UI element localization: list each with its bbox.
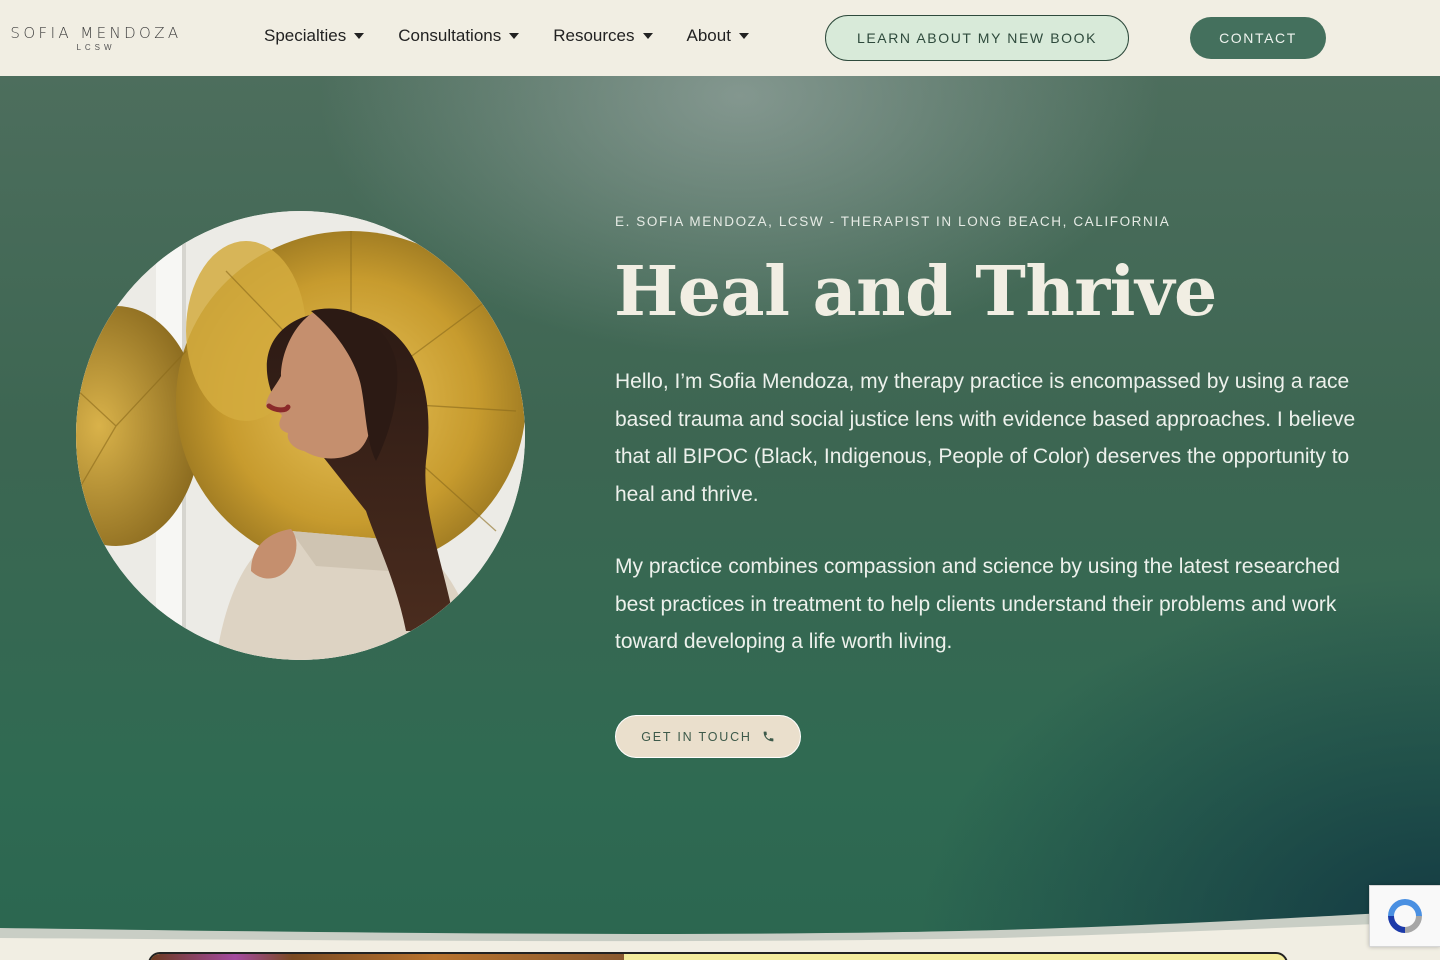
portrait-illustration [76,211,525,660]
next-section-image [150,954,624,960]
main-nav: Specialties Consultations Resources Abou… [264,26,783,46]
portrait-photo [76,211,525,660]
get-in-touch-label: GET IN TOUCH [641,729,752,744]
nav-item-label: Consultations [398,26,502,45]
contact-button[interactable]: CONTACT [1190,17,1326,59]
caret-down-icon [354,33,365,39]
next-section-preview [148,952,1288,960]
nav-item-resources[interactable]: Resources [553,26,653,46]
hero-paragraph-intro: Hello, I’m Sofia Mendoza, my therapy pra… [615,370,1356,507]
learn-about-book-button[interactable]: LEARN ABOUT MY NEW BOOK [825,15,1129,61]
recaptcha-icon [1388,899,1422,933]
logo-credential: LCSW [76,43,116,52]
nav-item-label: About [686,26,731,45]
hero-paragraph-practice: My practice combines compassion and scie… [615,555,1340,654]
logo-name: SOFIA MENDOZA [10,24,182,42]
hero-title: Heal and Thrive [614,252,1217,332]
get-in-touch-button[interactable]: GET IN TOUCH [615,715,801,758]
caret-down-icon [509,33,520,39]
nav-item-label: Specialties [264,26,347,45]
caret-down-icon [642,33,653,39]
nav-item-consultations[interactable]: Consultations [398,26,520,46]
caret-down-icon [738,33,749,39]
nav-item-about[interactable]: About [687,26,749,46]
recaptcha-badge[interactable] [1369,885,1440,947]
hero-section: E. SOFIA MENDOZA, LCSW - THERAPIST IN LO… [0,76,1440,960]
nav-item-specialties[interactable]: Specialties [264,26,365,46]
nav-item-label: Resources [553,26,635,45]
site-logo[interactable]: SOFIA MENDOZA LCSW [8,24,184,52]
phone-icon [763,731,774,742]
site-header: SOFIA MENDOZA LCSW Specialties Consultat… [0,0,1440,76]
hero-eyebrow: E. SOFIA MENDOZA, LCSW - THERAPIST IN LO… [615,214,1171,229]
section-divider-wave [0,910,1440,960]
